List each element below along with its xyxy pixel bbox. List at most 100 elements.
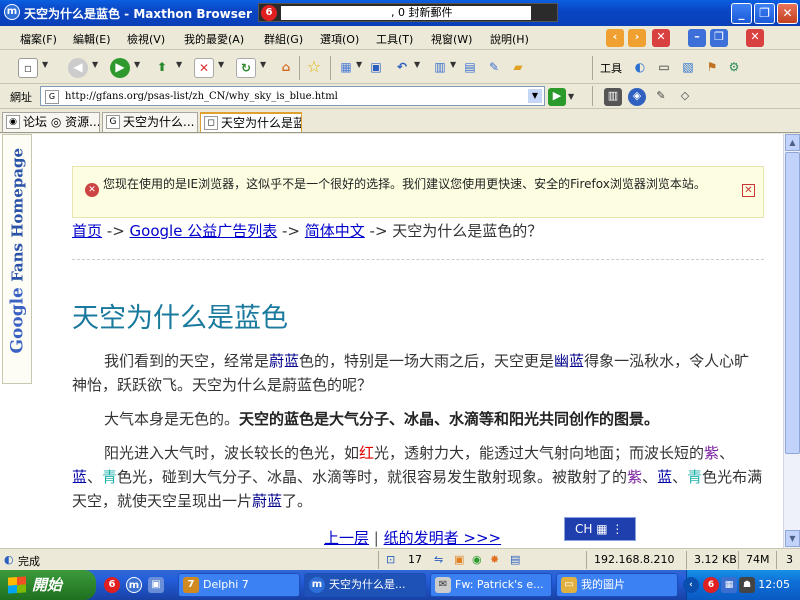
chevron-down-icon[interactable]: ▼: [218, 60, 224, 69]
ime-options-icon[interactable]: ⋮: [611, 522, 623, 536]
popup-filter-icon[interactable]: ▥: [430, 58, 450, 78]
close-warning-icon[interactable]: ✕: [742, 184, 755, 197]
tab-forum[interactable]: ◉ 论坛 ◎ 资源...: [2, 112, 100, 132]
title-bar[interactable]: m 天空为什么是蓝色 - Maxthon Browser 6 , 0 封新郵件 …: [0, 0, 800, 26]
maxthon-app-icon[interactable]: m: [4, 4, 20, 20]
next-link[interactable]: 纸的发明者 >>>: [384, 529, 501, 547]
page-content[interactable]: Google Fans Homepage ✕ 您现在使用的是IE浏览器，这似乎不…: [0, 134, 783, 548]
sidebar-panel-icon[interactable]: ▤: [460, 58, 480, 78]
google-fans-sidebar-tab[interactable]: Google Fans Homepage: [2, 134, 32, 384]
flash-icon[interactable]: ✸: [490, 553, 499, 566]
tab-next-icon[interactable]: ›: [628, 29, 646, 47]
notes-icon[interactable]: ▧: [678, 58, 698, 78]
menu-edit[interactable]: 編輯(E): [73, 31, 111, 47]
scroll-down-icon[interactable]: ▼: [785, 530, 800, 547]
close-all-icon[interactable]: ✕: [746, 29, 764, 47]
chevron-down-icon[interactable]: ▼: [568, 92, 574, 101]
proxy-icon[interactable]: ⇋: [434, 553, 443, 566]
home-icon[interactable]: ⌂: [276, 58, 296, 78]
mail-quicklaunch-icon[interactable]: 6: [104, 577, 120, 593]
scroll-thumb[interactable]: [785, 152, 800, 454]
favorites-star-icon[interactable]: ☆: [304, 58, 324, 78]
breadcrumb-list-link[interactable]: Google 公益广告列表: [130, 222, 278, 240]
stop-icon[interactable]: ✕: [194, 58, 214, 78]
restore-button[interactable]: ❐: [754, 3, 775, 24]
menu-file[interactable]: 檔案(F): [20, 31, 57, 47]
up-arrow-icon[interactable]: ⬆: [152, 58, 172, 78]
tab-prev-icon[interactable]: ‹: [606, 29, 624, 47]
close-window-button[interactable]: ✕: [777, 3, 798, 24]
groups-icon[interactable]: ▦: [336, 58, 356, 78]
edit-page-icon[interactable]: ✎: [484, 58, 504, 78]
maxthon-quicklaunch-icon[interactable]: m: [126, 577, 142, 593]
taskbar-label: Fw: Patrick's e...: [455, 578, 544, 591]
go-icon[interactable]: ▶: [548, 88, 566, 106]
vertical-scrollbar[interactable]: ▲ ▼: [783, 134, 800, 548]
tools-wrench-icon[interactable]: ✎: [652, 88, 670, 106]
ie-compat-icon[interactable]: ◐: [630, 58, 650, 78]
plugin-icon[interactable]: ⚑: [702, 58, 722, 78]
start-button[interactable]: 開始: [0, 570, 96, 600]
menu-help[interactable]: 說明(H): [490, 31, 529, 47]
refresh-icon[interactable]: ↻: [236, 58, 256, 78]
tab-sky-1[interactable]: G 天空为什么...: [102, 112, 198, 132]
chevron-down-icon[interactable]: ▼: [356, 60, 362, 69]
address-box[interactable]: G ▼: [40, 86, 545, 106]
minimize-tab-icon[interactable]: –: [688, 29, 706, 47]
address-dropdown-icon[interactable]: ▼: [528, 89, 542, 103]
diamond-icon[interactable]: ◇: [676, 88, 694, 106]
chevron-down-icon[interactable]: ▼: [260, 60, 266, 69]
taskbar-email[interactable]: ✉ Fw: Patrick's e...: [430, 573, 552, 597]
menu-view[interactable]: 檢視(V): [127, 31, 165, 47]
breadcrumb-home-link[interactable]: 首页: [72, 222, 102, 240]
menu-bar: 檔案(F) 編輯(E) 檢視(V) 我的最愛(A) 群組(G) 選項(O) 工具…: [0, 26, 800, 50]
menu-favorites[interactable]: 我的最愛(A): [184, 31, 244, 47]
network-tray-icon[interactable]: ▦: [721, 577, 737, 593]
app-tray-icon[interactable]: ☗: [739, 577, 755, 593]
download-icon[interactable]: ⊡: [386, 553, 395, 566]
chevron-down-icon[interactable]: ▼: [134, 60, 140, 69]
pager: 上一层 | 纸的发明者 >>>: [324, 527, 501, 548]
chevron-down-icon[interactable]: ▼: [42, 60, 48, 69]
chevron-down-icon[interactable]: ▼: [92, 60, 98, 69]
popup-blocker-icon[interactable]: ▣: [454, 553, 464, 566]
show-desktop-icon[interactable]: ▣: [148, 577, 164, 593]
menu-options[interactable]: 選項(O): [320, 31, 359, 47]
clock: 12:05: [758, 578, 790, 591]
minimize-button[interactable]: _: [731, 3, 752, 24]
forward-icon[interactable]: ▶: [110, 58, 130, 78]
tab-sky-2[interactable]: ◻ 天空为什么是蓝...: [200, 112, 302, 132]
undo-icon[interactable]: ↶: [392, 58, 412, 78]
breadcrumb-lang-link[interactable]: 简体中文: [305, 222, 365, 240]
chevron-down-icon[interactable]: ▼: [414, 60, 420, 69]
taskbar-my-pictures[interactable]: ▭ 我的圖片: [556, 573, 678, 597]
collect-icon[interactable]: ▰: [508, 58, 528, 78]
mail-tray-icon[interactable]: 6: [703, 577, 719, 593]
chevron-down-icon[interactable]: ▼: [176, 60, 182, 69]
tray-expand-icon[interactable]: ‹: [683, 577, 699, 593]
address-input[interactable]: [65, 89, 520, 103]
menu-tools[interactable]: 工具(T): [376, 31, 413, 47]
settings-icon[interactable]: ⚙: [724, 58, 744, 78]
image-toggle-icon[interactable]: ▤: [510, 553, 520, 566]
toolbox-icon[interactable]: ▥: [604, 88, 622, 106]
screen-icon[interactable]: ▭: [654, 58, 674, 78]
close-tab-icon[interactable]: ✕: [652, 29, 670, 47]
menu-windows[interactable]: 視窗(W): [431, 31, 472, 47]
back-icon[interactable]: ◀: [68, 58, 88, 78]
keyboard-icon[interactable]: ▦: [596, 522, 607, 536]
chevron-down-icon[interactable]: ▼: [450, 60, 456, 69]
new-page-icon[interactable]: ▫: [18, 58, 38, 78]
compass-icon[interactable]: ◈: [628, 88, 646, 106]
restore-tab-icon[interactable]: ❐: [710, 29, 728, 47]
window-icon[interactable]: ▣: [366, 58, 386, 78]
mail-notifier[interactable]: 6 , 0 封新郵件: [258, 3, 558, 22]
ime-language-bar[interactable]: CH ▦ ⋮: [564, 517, 636, 541]
taskbar-delphi[interactable]: 7 Delphi 7: [178, 573, 300, 597]
menu-groups[interactable]: 群組(G): [264, 31, 303, 47]
prev-link[interactable]: 上一层: [324, 529, 369, 547]
scroll-up-icon[interactable]: ▲: [785, 134, 800, 151]
security-icon[interactable]: ◉: [472, 553, 482, 566]
download-count: 17: [408, 553, 422, 566]
taskbar-maxthon[interactable]: m 天空为什么是...: [304, 573, 426, 597]
